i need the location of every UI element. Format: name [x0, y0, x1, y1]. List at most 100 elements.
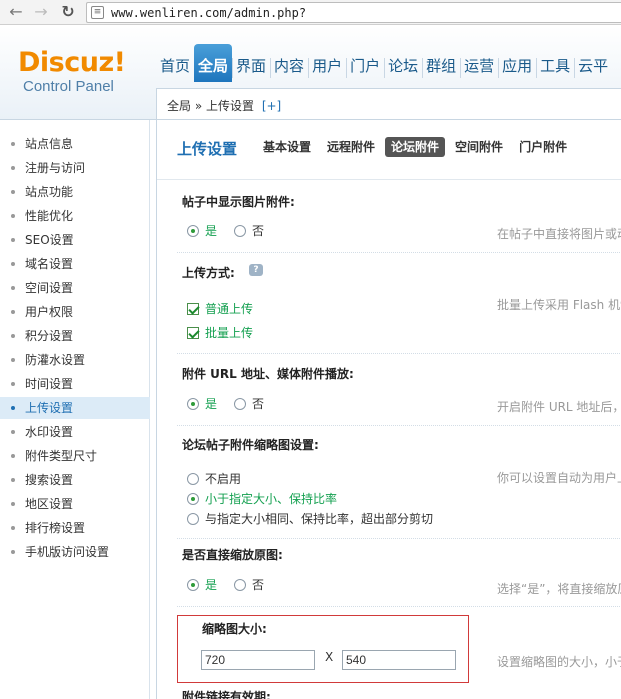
checkbox-normal-upload[interactable]: 普通上传 — [187, 300, 253, 316]
sidebar-item-seo[interactable]: SEO设置 — [0, 229, 150, 251]
bullet-icon — [11, 478, 15, 482]
sidebar-item-antispam[interactable]: 防灌水设置 — [0, 349, 150, 371]
sidebar-item-site-features[interactable]: 站点功能 — [0, 181, 150, 203]
subtab-bar: 基本设置 远程附件 论坛附件 空间附件 门户附件 — [257, 137, 577, 157]
tab-portal-attachments[interactable]: 门户附件 — [513, 137, 573, 157]
nav-users[interactable]: 用户 — [308, 44, 346, 82]
admin-header: Discuz! Control Panel 首页 全局 界面 内容 用户 门户 … — [0, 26, 621, 120]
sidebar-item-watermark[interactable]: 水印设置 — [0, 421, 150, 443]
setting-title-upload-mode: 上传方式: — [182, 266, 235, 280]
setting-title-attachment-url: 附件 URL 地址、媒体附件播放: — [182, 367, 354, 381]
nav-apps[interactable]: 应用 — [498, 44, 536, 82]
nav-cloud[interactable]: 云平 — [574, 44, 612, 82]
sidebar-item-attachment-types[interactable]: 附件类型尺寸 — [0, 445, 150, 467]
radio-icon — [234, 398, 246, 410]
sidebar-item-user-permissions[interactable]: 用户权限 — [0, 301, 150, 323]
nav-home[interactable]: 首页 — [156, 44, 194, 82]
divider — [177, 606, 621, 607]
radio-thumbnail-disabled[interactable]: 不启用 — [187, 470, 241, 486]
radio-attachment-url-no[interactable]: 否 — [234, 395, 264, 411]
sidebar-item-site-info[interactable]: 站点信息 — [0, 133, 150, 155]
size-separator: X — [325, 650, 334, 664]
radio-attachment-url-yes[interactable]: 是 — [187, 395, 217, 411]
setting-tip-thumbnail: 你可以设置自动为用户上 — [497, 471, 621, 485]
sidebar-item-domain[interactable]: 域名设置 — [0, 253, 150, 275]
tab-forum-attachments[interactable]: 论坛附件 — [385, 137, 446, 157]
bullet-icon — [11, 286, 15, 290]
divider — [177, 425, 621, 426]
browser-toolbar: ← → ↻ ≡ www.wenliren.com/admin.php? — [0, 0, 621, 25]
url-text[interactable]: www.wenliren.com/admin.php? — [111, 6, 306, 20]
breadcrumb-text: 全局 » 上传设置 — [167, 99, 254, 113]
radio-scale-original-no[interactable]: 否 — [234, 576, 264, 592]
thumb-width-input[interactable] — [201, 650, 315, 670]
nav-groups[interactable]: 群组 — [422, 44, 460, 82]
bullet-icon — [11, 310, 15, 314]
sidebar-item-space[interactable]: 空间设置 — [0, 277, 150, 299]
sidebar-item-credits[interactable]: 积分设置 — [0, 325, 150, 347]
bullet-icon — [11, 166, 15, 170]
logo-main-text: Discuz! — [18, 47, 126, 78]
bullet-icon — [11, 502, 15, 506]
bullet-icon — [11, 430, 15, 434]
add-shortcut-link[interactable]: [+] — [262, 99, 281, 113]
tab-space-attachments[interactable]: 空间附件 — [449, 137, 509, 157]
radio-icon — [234, 579, 246, 591]
radio-thumbnail-smaller[interactable]: 小于指定大小、保持比率 — [187, 490, 337, 506]
main-content: 上传设置 基本设置 远程附件 论坛附件 空间附件 门户附件 帖子中显示图片附件:… — [156, 120, 621, 699]
bullet-icon — [11, 454, 15, 458]
radio-checked-icon — [187, 398, 199, 410]
nav-global[interactable]: 全局 — [194, 44, 233, 82]
setting-tip-show-images: 在帖子中直接将图片或动 — [497, 227, 621, 241]
checkbox-checked-icon — [187, 327, 199, 339]
nav-operations[interactable]: 运营 — [460, 44, 498, 82]
thumb-height-input[interactable] — [342, 650, 456, 670]
sidebar-item-search[interactable]: 搜索设置 — [0, 469, 150, 491]
radio-checked-icon — [187, 493, 199, 505]
sidebar-item-time[interactable]: 时间设置 — [0, 373, 150, 395]
nav-forum[interactable]: 论坛 — [384, 44, 422, 82]
radio-icon — [187, 473, 199, 485]
divider — [177, 353, 621, 354]
radio-show-images-no[interactable]: 否 — [234, 222, 264, 238]
nav-interface[interactable]: 界面 — [232, 44, 270, 82]
breadcrumb: 全局 » 上传设置 [+] — [167, 97, 281, 114]
address-bar[interactable]: ≡ www.wenliren.com/admin.php? — [86, 2, 621, 23]
checkbox-checked-icon — [187, 303, 199, 315]
checkbox-batch-upload[interactable]: 批量上传 — [187, 324, 253, 340]
bullet-icon — [11, 382, 15, 386]
sidebar-item-region[interactable]: 地区设置 — [0, 493, 150, 515]
forward-arrow-icon[interactable]: → — [31, 2, 51, 22]
sidebar-item-ranking[interactable]: 排行榜设置 — [0, 517, 150, 539]
section-header: 上传设置 基本设置 远程附件 论坛附件 空间附件 门户附件 — [157, 120, 621, 180]
sidebar-item-upload[interactable]: 上传设置 — [0, 397, 150, 419]
sidebar-item-mobile[interactable]: 手机版访问设置 — [0, 541, 150, 563]
bullet-icon — [11, 214, 15, 218]
radio-show-images-yes[interactable]: 是 — [187, 222, 217, 238]
back-arrow-icon[interactable]: ← — [6, 2, 26, 22]
tab-remote-attachments[interactable]: 远程附件 — [321, 137, 381, 157]
radio-icon — [234, 225, 246, 237]
top-navigation: 首页 全局 界面 内容 用户 门户 论坛 群组 运营 应用 工具 云平 — [156, 44, 612, 82]
nav-portal[interactable]: 门户 — [346, 44, 384, 82]
bullet-icon — [11, 550, 15, 554]
sidebar-item-registration[interactable]: 注册与访问 — [0, 157, 150, 179]
nav-tools[interactable]: 工具 — [536, 44, 574, 82]
breadcrumb-bar: 全局 » 上传设置 [+] — [156, 88, 621, 119]
divider — [177, 538, 621, 539]
setting-tip-scale-original: 选择“是”，将直接缩放原 — [497, 582, 621, 596]
help-comment-icon[interactable]: ? — [249, 264, 263, 276]
radio-scale-original-yes[interactable]: 是 — [187, 576, 217, 592]
discuz-logo[interactable]: Discuz! Control Panel — [18, 48, 126, 96]
nav-content[interactable]: 内容 — [270, 44, 308, 82]
bullet-icon — [11, 358, 15, 362]
reload-icon[interactable]: ↻ — [58, 2, 78, 22]
sidebar-item-performance[interactable]: 性能优化 — [0, 205, 150, 227]
radio-thumbnail-crop[interactable]: 与指定大小相同、保持比率，超出部分剪切 — [187, 510, 433, 526]
setting-title-scale-original: 是否直接缩放原图: — [182, 548, 283, 562]
bullet-icon — [11, 406, 15, 410]
tab-basic-settings[interactable]: 基本设置 — [257, 137, 317, 157]
setting-title-thumb-size: 缩略图大小: — [202, 622, 267, 636]
page-title: 上传设置 — [177, 140, 238, 158]
setting-tip-upload-mode: 批量上传采用 Flash 机制 — [497, 298, 621, 312]
